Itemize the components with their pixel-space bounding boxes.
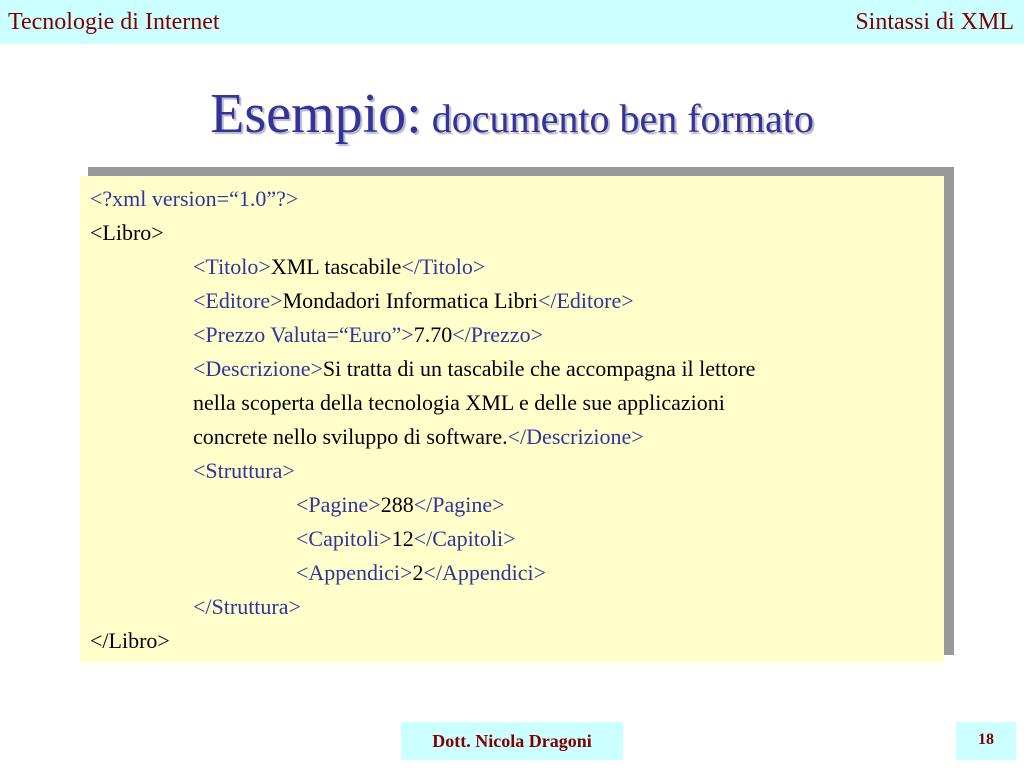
header-course-title: Tecnologie di Internet [8,9,220,35]
prezzo-value: 7.70 [413,322,453,347]
prezzo-open-tag: <Prezzo Valuta=“Euro”> [193,322,414,347]
code-line-editore: <Editore>Mondadori Informatica Libri</Ed… [193,284,634,318]
capitoli-close-tag: </Capitoli> [413,526,516,551]
appendici-close-tag: </Appendici> [423,560,547,585]
code-line-appendici: <Appendici>2</Appendici> [296,556,546,590]
code-line-descrizione-2: nella scoperta della tecnologia XML e de… [193,386,725,420]
slide-title-main: Esempio: [210,83,422,145]
libro-close-tag: </Libro> [90,628,170,653]
prezzo-close-tag: </Prezzo> [452,322,543,347]
header-bar: Tecnologie di Internet Sintassi di XML [0,0,1024,44]
descrizione-value-line3: concrete nello sviluppo di software. [193,424,508,449]
code-line-libro-open: <Libro> [90,216,164,250]
code-line-capitoli: <Capitoli>12</Capitoli> [296,522,516,556]
slide: Tecnologie di Internet Sintassi di XML E… [0,0,1024,768]
slide-title: Esempio: documento ben formato [0,78,1024,164]
footer-author: Dott. Nicola Dragoni [401,722,623,760]
code-line-libro-close: </Libro> [90,624,170,658]
code-line-descrizione-1: <Descrizione>Si tratta di un tascabile c… [193,352,755,386]
struttura-open-tag: <Struttura> [193,458,295,483]
libro-open-tag: <Libro> [90,220,164,245]
code-line-xml-declaration: <?xml version=“1.0”?> [90,182,298,216]
pagine-value: 288 [380,492,414,517]
titolo-open-tag: <Titolo> [193,254,271,279]
titolo-close-tag: </Titolo> [401,254,486,279]
titolo-value: XML tascabile [270,254,402,279]
descrizione-value-line2: nella scoperta della tecnologia XML e de… [193,390,725,415]
editore-open-tag: <Editore> [193,288,283,313]
capitoli-value: 12 [391,526,414,551]
code-line-struttura-close: </Struttura> [193,590,301,624]
appendici-value: 2 [412,560,424,585]
page-number: 18 [956,722,1016,760]
code-line-prezzo: <Prezzo Valuta=“Euro”>7.70</Prezzo> [193,318,543,352]
code-line-pagine: <Pagine>288</Pagine> [296,488,505,522]
editore-value: Mondadori Informatica Libri [282,288,538,313]
descrizione-close-tag: </Descrizione> [507,424,644,449]
code-line-struttura-open: <Struttura> [193,454,295,488]
descrizione-open-tag: <Descrizione> [193,356,323,381]
header-section-title: Sintassi di XML [855,9,1014,35]
code-line-titolo: <Titolo>XML tascabile</Titolo> [193,250,485,284]
xml-declaration: <?xml version=“1.0”?> [90,186,299,211]
code-line-descrizione-3: concrete nello sviluppo di software.</De… [193,420,644,454]
appendici-open-tag: <Appendici> [296,560,413,585]
slide-title-sub: documento ben formato [431,96,814,141]
descrizione-value-line1: Si tratta di un tascabile che accompagna… [322,356,756,381]
struttura-close-tag: </Struttura> [193,594,301,619]
pagine-open-tag: <Pagine> [296,492,381,517]
pagine-close-tag: </Pagine> [413,492,505,517]
editore-close-tag: </Editore> [537,288,634,313]
capitoli-open-tag: <Capitoli> [296,526,392,551]
